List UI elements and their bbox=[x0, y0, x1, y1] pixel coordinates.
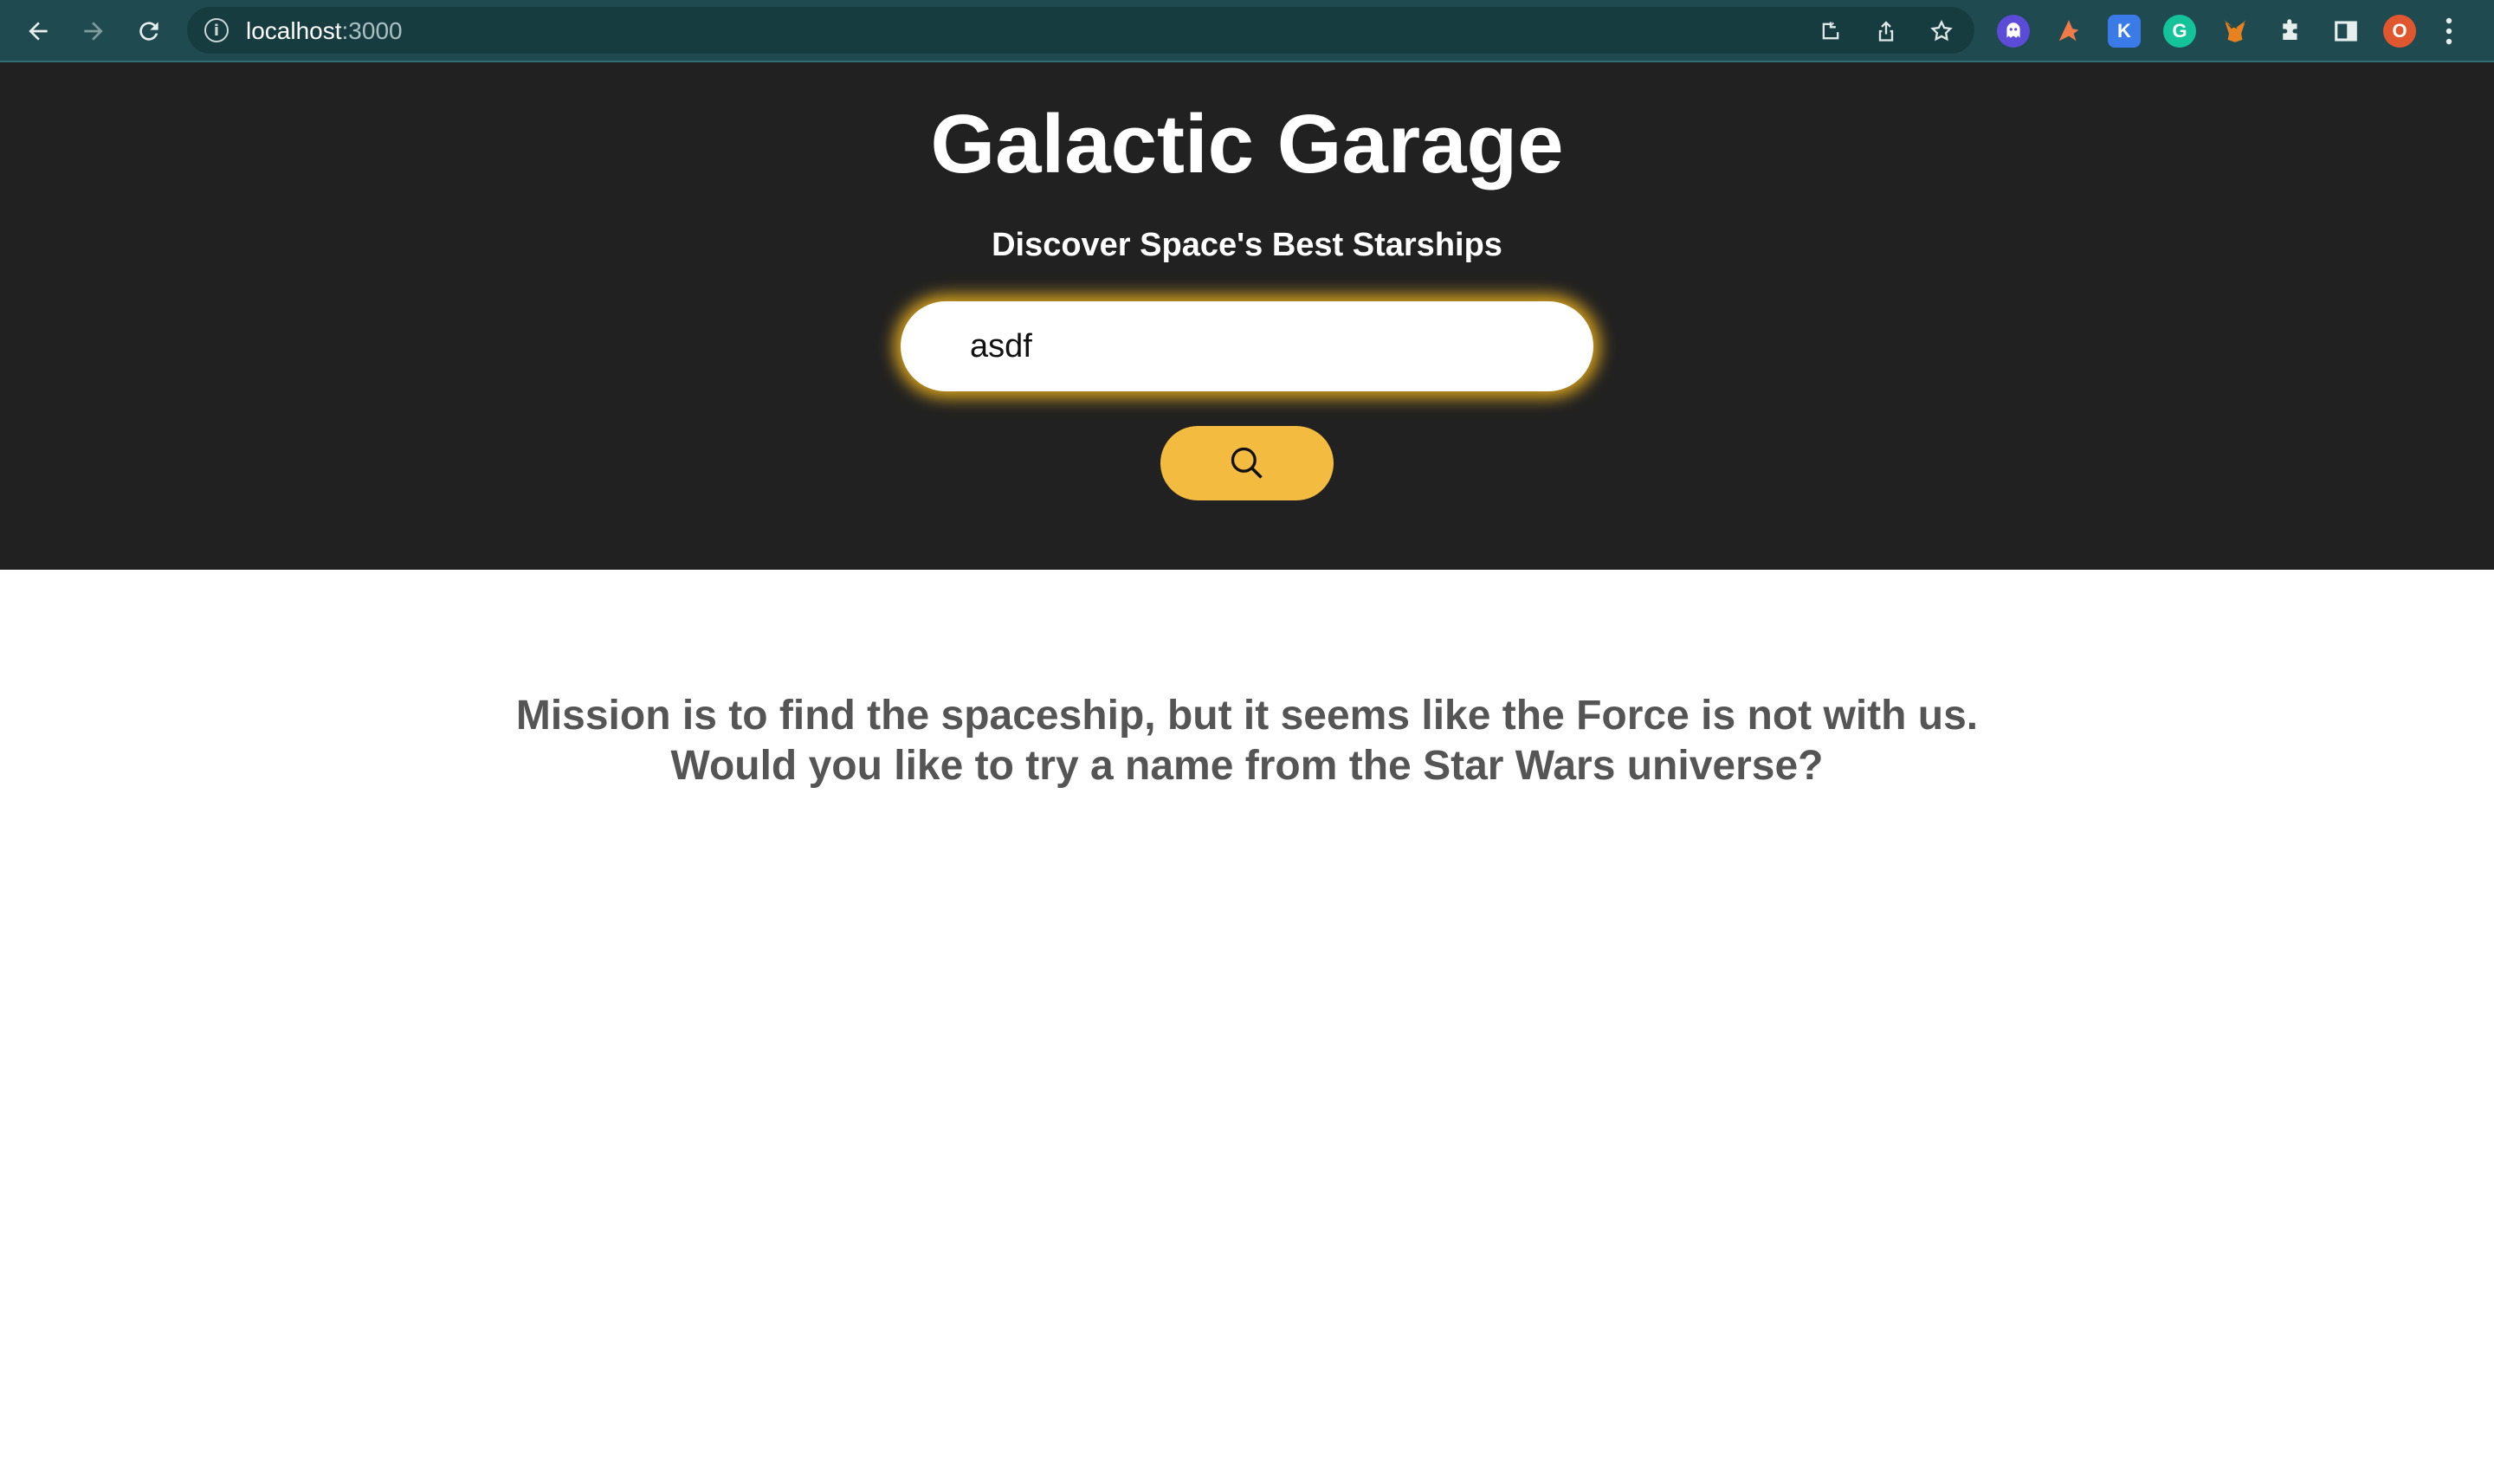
ghost-extension-icon[interactable] bbox=[1997, 15, 2030, 48]
reload-button[interactable] bbox=[130, 12, 168, 50]
no-results-line-1: Mission is to find the spaceship, but it… bbox=[515, 693, 1979, 739]
url-host: localhost bbox=[246, 17, 342, 44]
pen-extension-icon[interactable] bbox=[2052, 15, 2085, 48]
address-bar[interactable]: i localhost:3000 bbox=[187, 7, 1974, 54]
bookmark-star-icon[interactable] bbox=[1929, 19, 1954, 43]
search-input[interactable] bbox=[901, 301, 1593, 391]
site-info-icon[interactable]: i bbox=[204, 18, 229, 42]
url-port: :3000 bbox=[341, 17, 403, 44]
side-panel-icon[interactable] bbox=[2329, 15, 2362, 48]
share-icon[interactable] bbox=[1874, 19, 1898, 43]
no-results-message: Mission is to find the spaceship, but it… bbox=[0, 691, 2494, 791]
metamask-icon[interactable] bbox=[2219, 15, 2252, 48]
page-subtitle: Discover Space's Best Starships bbox=[992, 227, 1502, 263]
no-results-line-2: Would you like to try a name from the St… bbox=[670, 743, 1824, 789]
forward-button[interactable] bbox=[74, 12, 113, 50]
reload-icon bbox=[139, 22, 158, 41]
profile-initial: O bbox=[2392, 20, 2407, 42]
grammarly-icon[interactable]: G bbox=[2163, 15, 2196, 48]
search-button[interactable] bbox=[1160, 426, 1334, 500]
url-text: localhost:3000 bbox=[246, 17, 403, 45]
search-icon bbox=[1231, 447, 1263, 479]
k-extension-label: K bbox=[2117, 20, 2131, 42]
grammarly-label: G bbox=[2172, 20, 2187, 42]
page-title: Galactic Garage bbox=[930, 98, 1564, 190]
browser-toolbar: i localhost:3000 K G O bbox=[0, 0, 2494, 62]
menu-kebab-icon[interactable] bbox=[2439, 15, 2459, 48]
back-button[interactable] bbox=[19, 12, 57, 50]
app-header: Galactic Garage Discover Space's Best St… bbox=[0, 62, 2494, 570]
puzzle-icon[interactable] bbox=[2274, 15, 2307, 48]
install-app-icon[interactable] bbox=[1819, 19, 1843, 43]
back-arrow-icon bbox=[29, 22, 48, 41]
forward-arrow-icon bbox=[84, 22, 103, 41]
k-extension-icon[interactable]: K bbox=[2108, 15, 2141, 48]
profile-avatar[interactable]: O bbox=[2383, 15, 2416, 48]
